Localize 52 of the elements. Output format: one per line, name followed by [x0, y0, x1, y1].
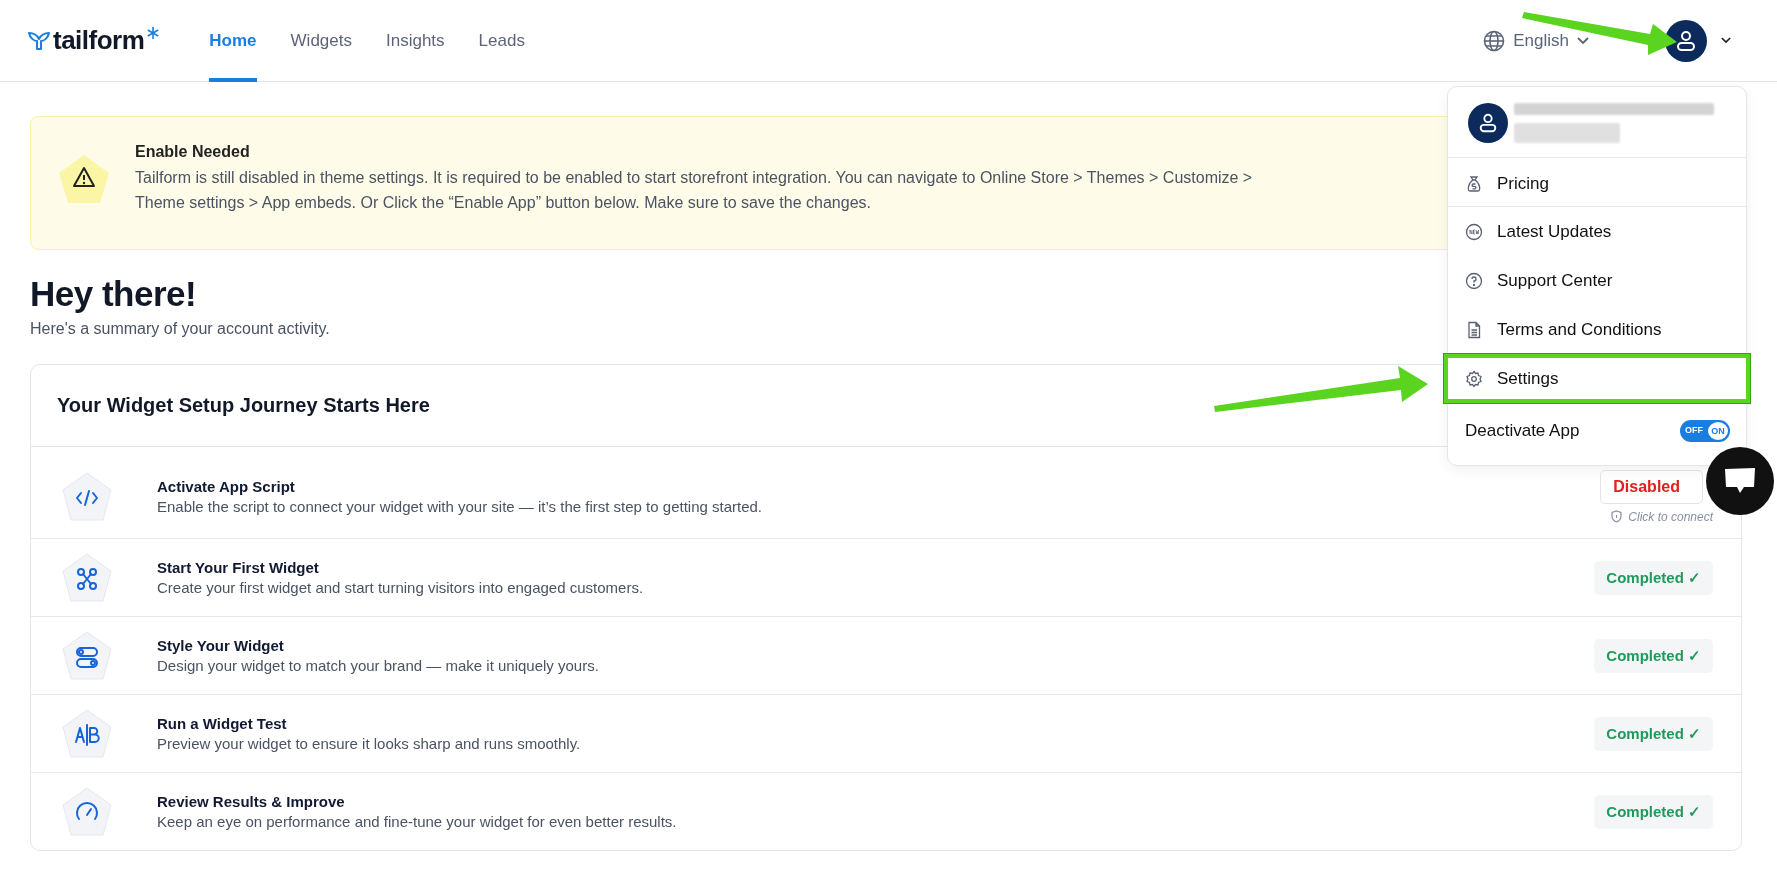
new-badge-icon [1465, 222, 1483, 241]
toggles-icon [61, 630, 113, 681]
nav-tab[interactable]: Home [209, 0, 257, 82]
menu-item[interactable]: Terms and Conditions [1444, 305, 1750, 354]
completed-badge: Completed ✓ [1594, 794, 1713, 829]
completed-badge: Completed ✓ [1594, 638, 1713, 673]
avatar-button[interactable] [1665, 19, 1707, 62]
language-selector[interactable]: English [1477, 28, 1595, 53]
step-title: Activate App Script [157, 478, 296, 495]
settings-icon [1465, 369, 1483, 388]
brand-name: tailform [53, 25, 145, 56]
person-icon [1674, 28, 1698, 53]
warning-icon [57, 153, 111, 205]
menu-item[interactable]: Latest Updates [1444, 207, 1750, 256]
network-icon [61, 552, 113, 603]
chevron-down-icon [1577, 36, 1589, 45]
page-heading: Hey there! [30, 274, 197, 314]
code-icon [61, 471, 113, 522]
completed-badge: Completed ✓ [1594, 560, 1713, 595]
completed-badge: Completed ✓ [1594, 716, 1713, 751]
banner-message: Tailform is still disabled in theme settings. It is required to be enabled to start storefront integration. You can navigate to Online Store > Themes > Customize > Theme settings > App embeds. Or Click the “Enable App” button below. Make sure to save the changes. [135, 168, 1254, 213]
step-description: Enable the script to connect your widget with your site — it’s the first step to getting started. [157, 498, 764, 515]
tail-logo-icon [28, 30, 50, 51]
deactivate-label: Deactivate App [1465, 421, 1580, 441]
document-icon [1465, 320, 1483, 339]
step-title: Run a Widget Test [157, 715, 288, 732]
asterisk-icon [147, 27, 160, 39]
step-description: Keep an eye on performance and fine-tune your widget for even better results. [157, 813, 678, 830]
help-icon [1465, 271, 1483, 290]
gauge-icon [61, 786, 113, 837]
chevron-down-icon[interactable] [1721, 37, 1731, 44]
nav-tab[interactable]: Widgets [290, 0, 352, 82]
step-title: Start Your First Widget [157, 559, 320, 576]
step-description: Create your first widget and start turning visitors into engaged customers. [157, 579, 645, 596]
menu-item[interactable]: Settings [1444, 354, 1750, 403]
banner-title: Enable Needed [135, 143, 251, 161]
step-title: Style Your Widget [157, 637, 285, 654]
nav-tab[interactable]: Leads [478, 0, 525, 82]
ab-test-icon [61, 708, 113, 759]
step-title: Review Results & Improve [157, 793, 346, 810]
step-description: Preview your widget to ensure it looks sharp and runs smoothly. [157, 735, 582, 752]
menu-item[interactable]: Support Center [1444, 256, 1750, 305]
toggle-switch[interactable]: OFF ON [1680, 420, 1730, 442]
money-bag-icon [1465, 175, 1483, 193]
menu-item[interactable]: Pricing [1444, 158, 1750, 207]
step-description: Design your widget to match your brand — make it uniquely yours. [157, 657, 600, 674]
shield-icon [1611, 510, 1623, 523]
nav-tab[interactable]: Insights [386, 0, 445, 82]
globe-icon [1483, 29, 1506, 52]
page-subtitle: Here's a summary of your account activity. [30, 320, 330, 338]
person-icon [1477, 112, 1499, 134]
hint-text: Click to connect [1628, 509, 1713, 524]
